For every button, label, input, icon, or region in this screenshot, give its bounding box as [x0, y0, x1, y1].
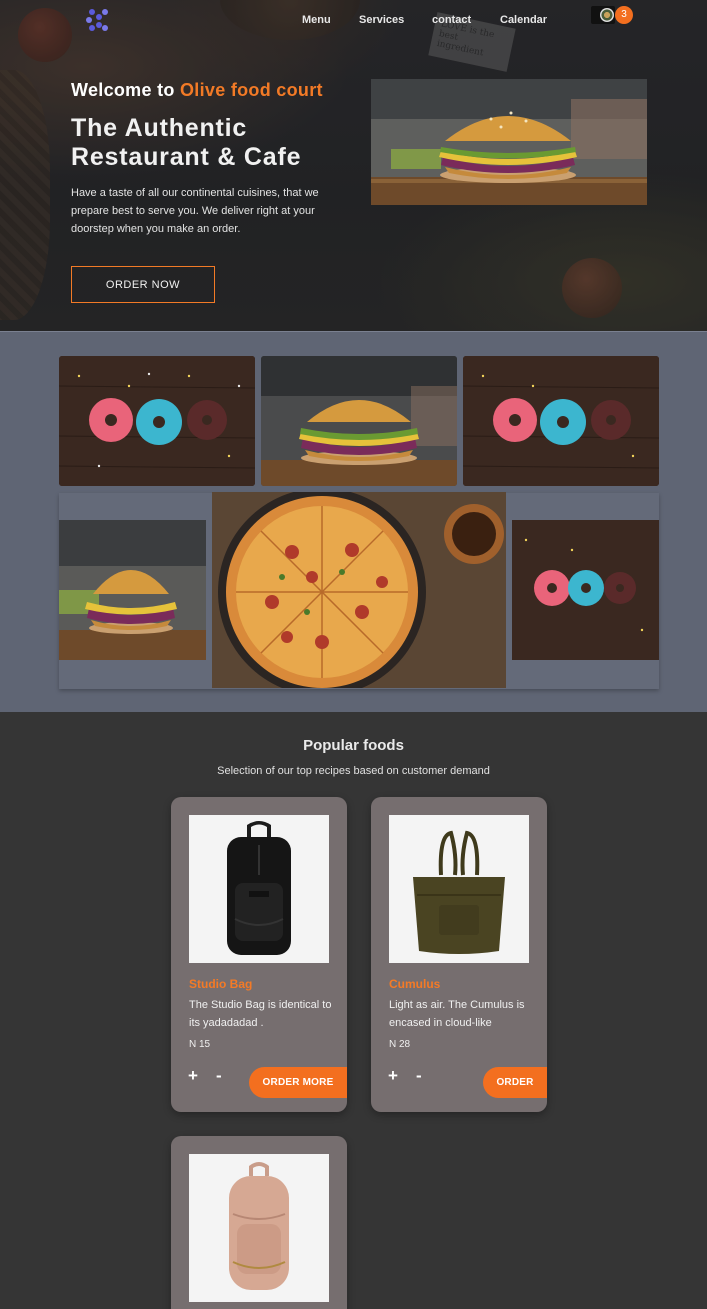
burger-illustration [371, 79, 647, 205]
product-card: Cumulus Light as air. The Cumulus is enc… [371, 797, 547, 1112]
backpack-icon [189, 1154, 329, 1302]
product-name[interactable]: Cumulus [389, 977, 440, 991]
gallery-image-burger[interactable] [59, 520, 206, 660]
order-now-button[interactable]: ORDER NOW [71, 266, 215, 303]
hero-burger-image [371, 79, 647, 205]
cart-thumbnail [591, 6, 615, 24]
popular-subtitle: Selection of our top recipes based on cu… [217, 765, 490, 777]
gallery-image-donuts[interactable] [512, 520, 659, 660]
order-button[interactable]: ORDER [483, 1067, 547, 1098]
logo-icon[interactable] [84, 8, 110, 32]
donuts-illustration [59, 356, 255, 486]
nav-item-menu[interactable]: Menu [302, 14, 331, 26]
burger-illustration [59, 520, 206, 660]
product-price: N 15 [189, 1039, 211, 1050]
cart-count-badge: 3 [615, 6, 633, 24]
apple-decoration [562, 258, 622, 318]
product-image-pink-backpack [189, 1154, 329, 1302]
welcome-heading: Welcome to Olive food court [71, 80, 323, 101]
hero-description: Have a taste of all our continental cuis… [71, 187, 319, 235]
donuts-illustration [463, 356, 659, 486]
product-price: N 28 [389, 1039, 411, 1050]
cart-button[interactable]: 3 [591, 5, 635, 27]
increase-quantity-button[interactable]: + [388, 1067, 398, 1085]
brand-name: Olive food court [180, 80, 323, 100]
product-name[interactable]: Studio Bag [189, 977, 252, 991]
gallery-image-donuts[interactable] [59, 356, 255, 486]
decrease-quantity-button[interactable]: - [416, 1067, 422, 1085]
donuts-illustration [512, 520, 659, 660]
plate-decoration [220, 0, 360, 40]
gallery-image-burger[interactable] [261, 356, 457, 486]
hero-headline: The Authentic Restaurant & Cafe [71, 114, 302, 171]
product-image-olive-tote-bag [389, 815, 529, 963]
pizza-illustration [212, 492, 506, 688]
increase-quantity-button[interactable]: + [188, 1067, 198, 1085]
pie-decoration [0, 70, 50, 320]
backpack-icon [189, 815, 329, 963]
nav-item-contact[interactable]: contact [432, 14, 471, 26]
product-description: The Studio Bag is identical to its yadad… [189, 999, 332, 1029]
apple-decoration [18, 8, 72, 62]
tote-bag-icon [389, 815, 529, 963]
product-card [171, 1136, 347, 1309]
nav-item-services[interactable]: Services [359, 14, 404, 26]
decrease-quantity-button[interactable]: - [216, 1067, 222, 1085]
product-card: Studio Bag The Studio Bag is identical t… [171, 797, 347, 1112]
order-more-button[interactable]: ORDER MORE [249, 1067, 347, 1098]
product-description: Light as air. The Cumulus is encased in … [389, 999, 525, 1029]
gallery-image-pizza[interactable] [212, 492, 506, 688]
product-image-black-backpack [189, 815, 329, 963]
welcome-prefix: Welcome to [71, 80, 175, 100]
burger-illustration [261, 356, 457, 486]
gallery-image-donuts[interactable] [463, 356, 659, 486]
popular-title: Popular foods [303, 737, 404, 754]
nav-item-calendar[interactable]: Calendar [500, 14, 547, 26]
